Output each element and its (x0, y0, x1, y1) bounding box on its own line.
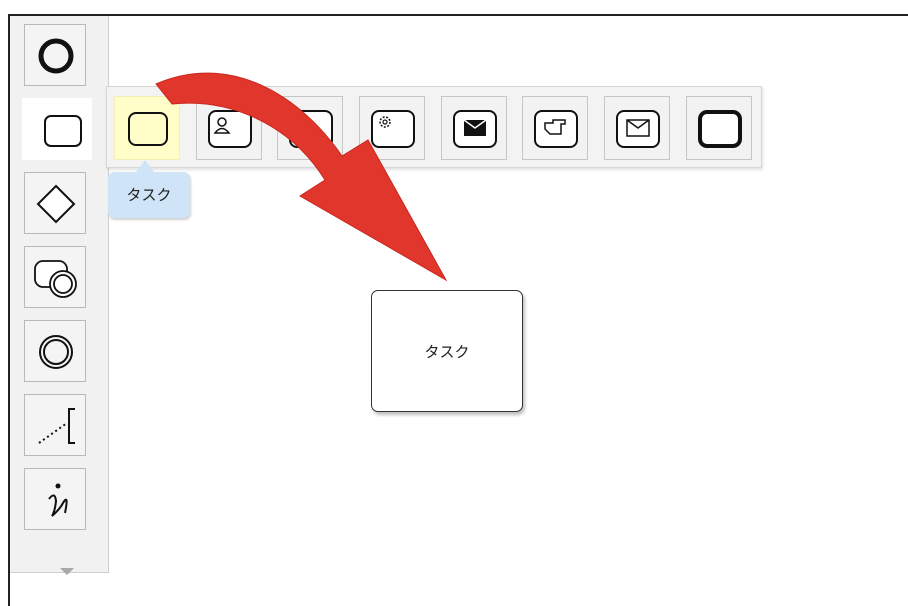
overlapping-circles-icon (34, 260, 77, 298)
popup-user-task-button[interactable] (196, 96, 262, 160)
popup-manual-task-button[interactable] (277, 96, 343, 160)
gear-icon (371, 110, 415, 148)
task-tooltip: タスク (108, 172, 190, 218)
chevron-down-icon[interactable] (60, 568, 74, 575)
envelope-outline-icon (616, 110, 660, 148)
start-event-tool[interactable] (24, 24, 86, 86)
gateway-tool[interactable] (24, 172, 86, 234)
subprocess-tool[interactable] (24, 246, 86, 308)
intermediate-event-tool[interactable] (24, 320, 86, 382)
info-icon (48, 483, 68, 517)
canvas-task-shape[interactable]: タスク (371, 290, 523, 412)
dotted-bracket-icon (38, 408, 75, 444)
rounded-rect-icon (128, 112, 168, 146)
popup-send-task-button[interactable] (441, 96, 507, 160)
shape-palette (10, 16, 109, 575)
double-circle-icon (39, 335, 73, 369)
envelope-filled-icon (453, 110, 497, 148)
popup-receive-task-button[interactable] (604, 96, 670, 160)
annotation-tool[interactable] (24, 394, 86, 456)
hand-icon (534, 110, 578, 148)
data-object-tool[interactable] (24, 468, 86, 530)
diamond-icon (36, 184, 76, 224)
thick-rounded-rect-icon (698, 110, 742, 148)
user-icon (208, 110, 252, 148)
task-tool[interactable] (22, 98, 92, 160)
canvas-task-label: タスク (424, 342, 470, 361)
script-icon (289, 110, 333, 148)
popup-hand-task-button[interactable] (522, 96, 588, 160)
rounded-rect-icon (44, 115, 82, 147)
popup-service-task-button[interactable] (359, 96, 425, 160)
popup-call-activity-button[interactable] (686, 96, 752, 160)
canvas-frame-top (8, 14, 908, 16)
popup-task-button[interactable] (114, 96, 180, 160)
circle-thick-icon (38, 38, 74, 74)
tooltip-tail (136, 160, 154, 172)
